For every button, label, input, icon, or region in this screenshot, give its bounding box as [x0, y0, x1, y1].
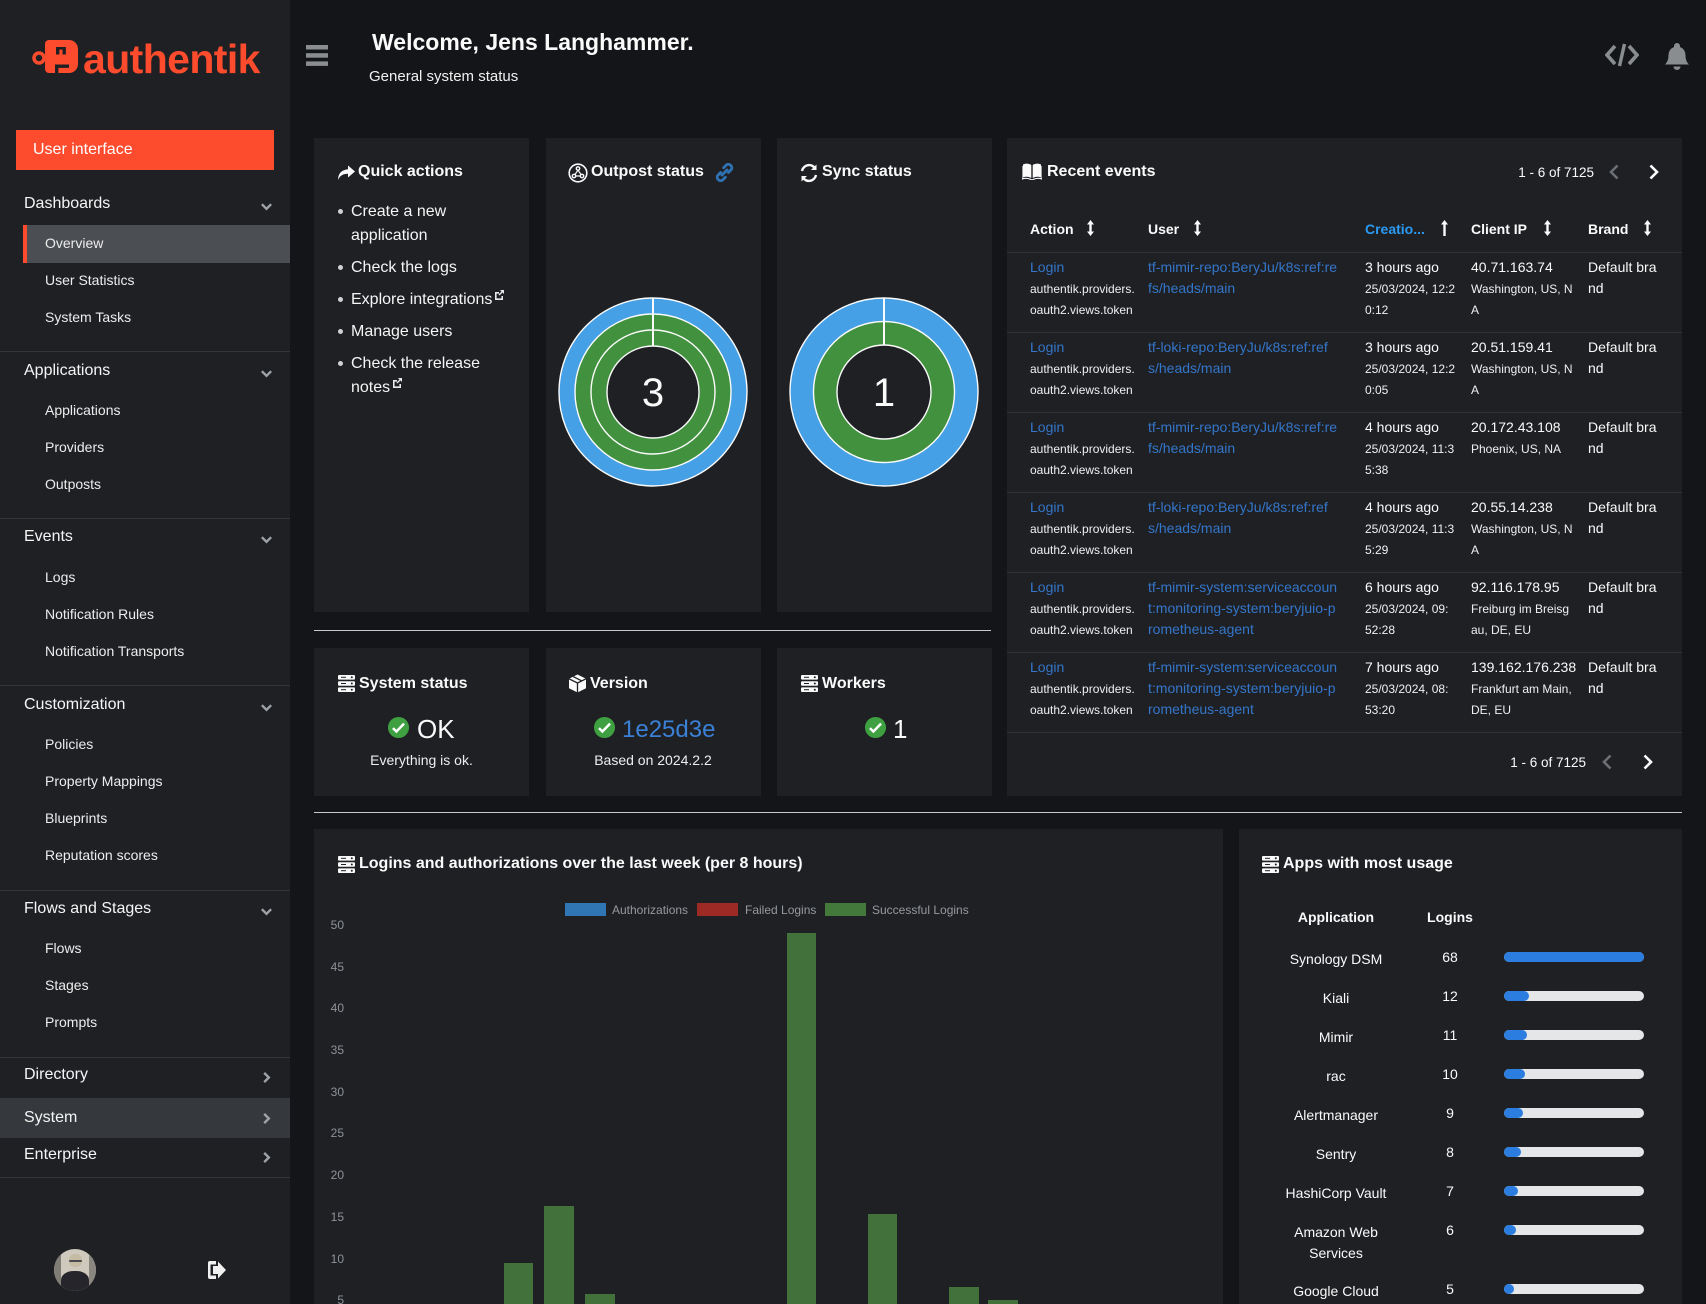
svg-text:3: 3 [641, 371, 663, 415]
svg-text:authentik: authentik [83, 36, 261, 80]
svg-text:1: 1 [872, 371, 894, 415]
